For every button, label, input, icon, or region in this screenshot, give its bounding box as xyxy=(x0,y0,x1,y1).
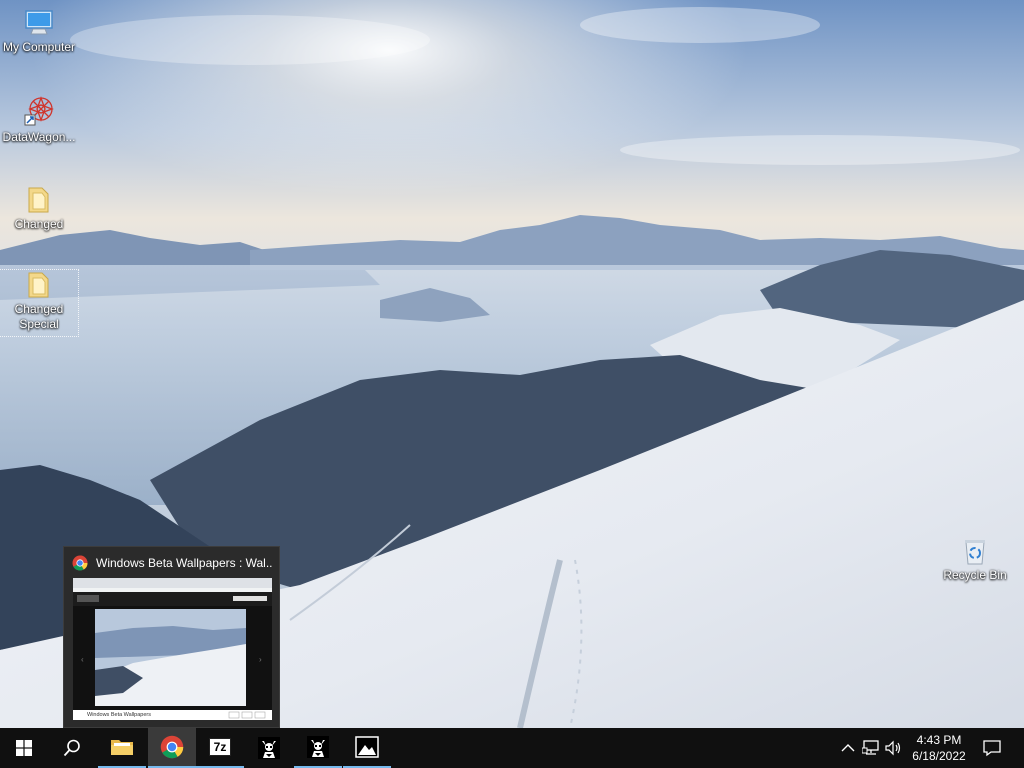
photos-icon xyxy=(355,736,379,758)
preview-page-snapshot: ‹ › Windows Beta Wallpapers xyxy=(73,578,272,720)
desktop-icon-datawagon[interactable]: DataWagon... xyxy=(0,94,78,145)
desktop-icon-changed-special[interactable]: Changed Special xyxy=(0,269,79,337)
7zip-icon-label: 7z xyxy=(213,740,227,754)
desktop-icon-changed[interactable]: Changed xyxy=(0,185,78,232)
notification-icon xyxy=(983,740,1001,757)
preview-title-text: Windows Beta Wallpapers : Wal... xyxy=(96,556,272,570)
taskbar-app-1[interactable] xyxy=(245,728,293,768)
network-button[interactable] xyxy=(861,738,881,758)
7zip-icon: 7z xyxy=(209,738,231,756)
computer-icon xyxy=(25,10,53,35)
chrome-icon xyxy=(72,555,88,571)
chrome-icon xyxy=(160,735,184,759)
desktop-icon-label: Changed Special xyxy=(14,302,64,331)
chevron-up-icon xyxy=(841,744,855,752)
taskbar-app-2[interactable] xyxy=(294,728,342,768)
desktop-icon-label: Recycle Bin xyxy=(943,568,1007,582)
desktop-icon-recycle-bin[interactable]: Recycle Bin xyxy=(936,536,1014,583)
taskbar-chrome[interactable] xyxy=(148,728,196,768)
taskbar-7zip[interactable]: 7z xyxy=(196,728,244,768)
webpage-snapshot: ‹ › xyxy=(73,578,272,720)
desktop-icon-label: My Computer xyxy=(2,40,76,54)
datawagon-shortcut-icon xyxy=(24,96,54,126)
show-hidden-icons-button[interactable] xyxy=(838,738,858,758)
character-icon xyxy=(307,736,329,758)
search-icon xyxy=(63,739,80,757)
taskbar: 7z 4:43 PM 6/18/2022 xyxy=(0,728,1024,768)
search-button[interactable] xyxy=(48,728,96,768)
clock-date: 6/18/2022 xyxy=(912,749,966,763)
action-center-button[interactable] xyxy=(982,738,1002,758)
volume-button[interactable] xyxy=(884,738,904,758)
taskbar-thumbnail-preview[interactable]: Windows Beta Wallpapers : Wal... ‹ › Win… xyxy=(63,546,280,728)
svg-text:›: › xyxy=(259,655,262,664)
clock[interactable]: 4:43 PM 6/18/2022 xyxy=(906,732,972,764)
windows-logo-icon xyxy=(16,740,32,756)
folder-icon xyxy=(111,740,133,755)
svg-text:‹: ‹ xyxy=(81,655,84,664)
folder-icon xyxy=(28,187,49,213)
preview-title: Windows Beta Wallpapers : Wal... xyxy=(72,554,272,572)
clock-time: 4:43 PM xyxy=(916,733,962,747)
taskbar-photos[interactable] xyxy=(343,728,391,768)
preview-page-tab-text: Windows Beta Wallpapers xyxy=(87,712,151,718)
start-button[interactable] xyxy=(0,728,48,768)
recycle-bin-icon xyxy=(965,540,985,565)
volume-icon xyxy=(885,740,901,756)
desktop[interactable]: My Computer DataWagon... Changed Changed… xyxy=(0,0,1024,728)
taskbar-file-explorer[interactable] xyxy=(98,728,146,768)
desktop-icon-my-computer[interactable]: My Computer xyxy=(0,8,78,55)
character-icon xyxy=(258,737,280,759)
desktop-icon-label: DataWagon... xyxy=(2,130,76,144)
desktop-icon-label: Changed xyxy=(14,217,64,231)
network-icon xyxy=(862,740,879,755)
folder-icon xyxy=(28,272,49,298)
